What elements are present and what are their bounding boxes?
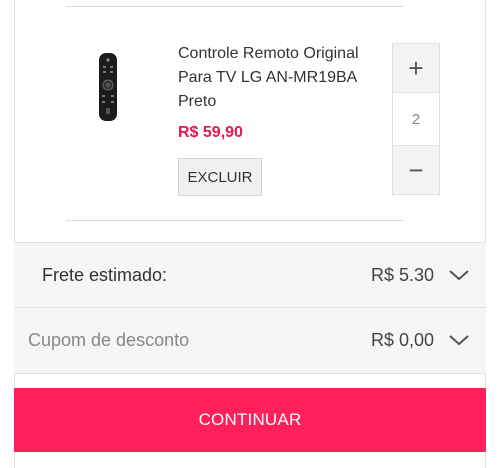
increase-quantity-button[interactable]: + (393, 44, 439, 92)
decrease-quantity-button[interactable]: − (393, 146, 439, 194)
product-price: R$ 59,90 (178, 124, 243, 141)
quantity-input[interactable]: 2 (393, 92, 439, 146)
divider (66, 220, 404, 221)
chevron-down-icon[interactable] (448, 268, 470, 282)
quantity-stepper: + 2 − (392, 43, 440, 195)
shipping-label: Frete estimado: (42, 265, 168, 285)
coupon-value: R$ 0,00 (370, 330, 434, 350)
product-image[interactable] (96, 52, 120, 122)
coupon-label: Cupom de desconto (28, 330, 190, 350)
coupon-row[interactable]: Cupom de desconto R$ 0,00 (14, 308, 486, 374)
continue-button[interactable]: CONTINUAR (14, 388, 486, 452)
remove-button[interactable]: EXCLUIR (178, 158, 262, 196)
divider (66, 6, 404, 7)
shipping-estimate-row[interactable]: Frete estimado: R$ 5.30 (14, 242, 486, 308)
chevron-down-icon[interactable] (448, 333, 470, 347)
product-name[interactable]: Controle Remoto Original Para TV LG AN-M… (178, 42, 378, 114)
shipping-value: R$ 5.30 (370, 265, 434, 285)
